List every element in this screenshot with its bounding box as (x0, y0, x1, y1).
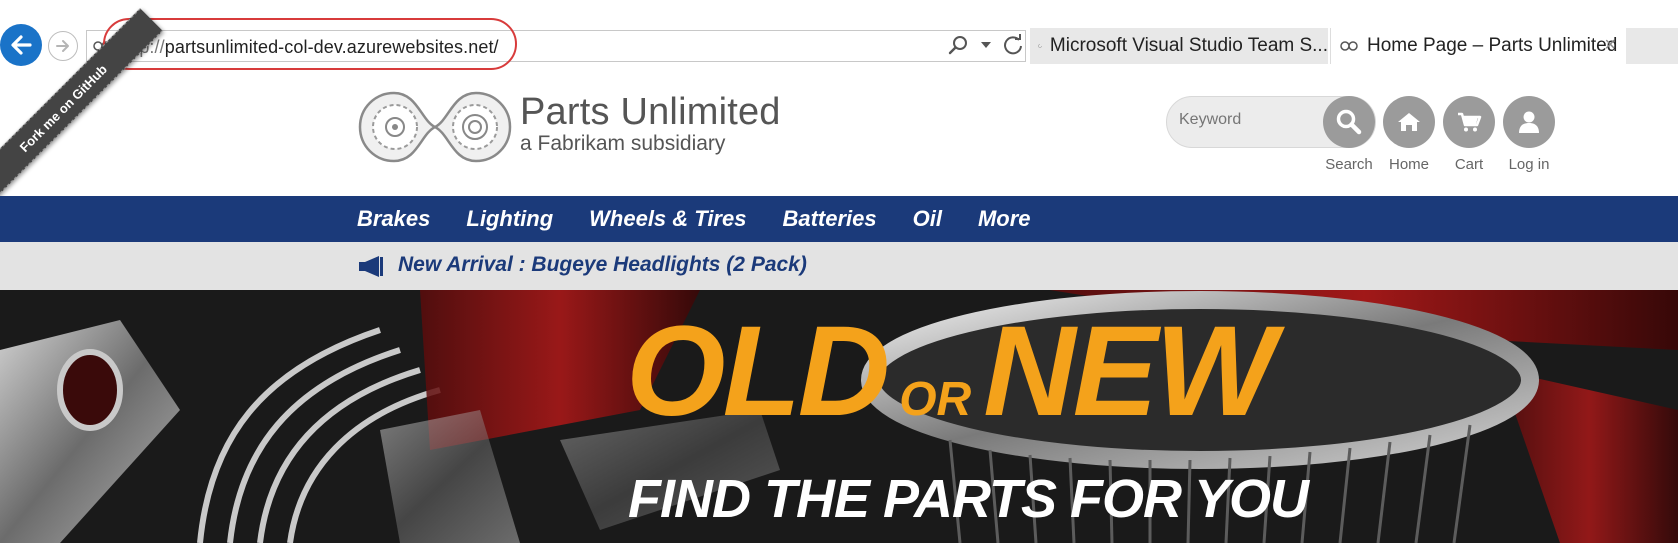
site-icon (1340, 41, 1358, 51)
arrow-right-icon (56, 40, 69, 52)
tab-home-page[interactable]: Home Page – Parts Unlimited × (1330, 28, 1626, 64)
forward-button[interactable] (48, 31, 78, 61)
arrow-left-icon (11, 35, 32, 55)
loading-icon (1038, 44, 1042, 48)
refresh-icon[interactable] (1002, 34, 1024, 56)
search-icon[interactable] (948, 34, 970, 56)
promo-link[interactable]: New Arrival : Bugeye Headlights (2 Pack) (398, 253, 807, 277)
cart-icon (1458, 112, 1482, 132)
parts-unlimited-logo[interactable] (357, 90, 513, 164)
browser-chrome: http://partsunlimited-col-dev.azurewebsi… (0, 0, 1678, 70)
login-label: Log in (1508, 156, 1550, 173)
url-highlight-annotation (103, 18, 517, 70)
hero-word-or: OR (899, 373, 972, 426)
search-icon (1336, 109, 1362, 135)
nav-item-more[interactable]: More (978, 206, 1031, 232)
promo-banner: New Arrival : Bugeye Headlights (2 Pack) (0, 242, 1678, 290)
hero-word-old: OLD (626, 300, 890, 443)
login-button[interactable] (1503, 96, 1555, 148)
chevron-down-icon[interactable] (980, 40, 992, 50)
category-nav: Brakes Lighting Wheels & Tires Batteries… (0, 196, 1678, 242)
hero-headline: OLD ORNEW (626, 308, 1276, 460)
search-button[interactable] (1323, 96, 1375, 148)
megaphone-icon (359, 256, 383, 277)
close-tab-icon[interactable]: × (1604, 34, 1616, 57)
home-icon (1398, 113, 1420, 131)
cart-button[interactable] (1443, 96, 1495, 148)
brand[interactable]: Parts Unlimited a Fabrikam subsidiary (520, 92, 781, 156)
nav-item-wheels-tires[interactable]: Wheels & Tires (589, 206, 746, 232)
search-input[interactable] (1179, 111, 1329, 129)
new-tab-area[interactable] (1626, 28, 1678, 64)
tab-label: Home Page – Parts Unlimited (1367, 35, 1618, 56)
hero-banner: OLD ORNEW FIND THE PARTS FOR YOU (0, 290, 1678, 543)
brand-subtitle: a Fabrikam subsidiary (520, 132, 726, 155)
back-button[interactable] (0, 24, 42, 66)
brand-title: Parts Unlimited (520, 91, 781, 133)
user-icon (1519, 111, 1539, 133)
hero-tagline: FIND THE PARTS FOR YOU (628, 469, 1309, 529)
nav-item-batteries[interactable]: Batteries (782, 206, 876, 232)
tab-visual-studio[interactable]: Microsoft Visual Studio Team S... (1030, 28, 1328, 64)
hero-word-new: NEW (983, 300, 1276, 443)
home-button[interactable] (1383, 96, 1435, 148)
nav-item-oil[interactable]: Oil (913, 206, 942, 232)
nav-item-lighting[interactable]: Lighting (466, 206, 553, 232)
tab-label: Microsoft Visual Studio Team S... (1049, 35, 1328, 56)
nav-item-brakes[interactable]: Brakes (357, 206, 430, 232)
address-tools (948, 34, 1024, 56)
